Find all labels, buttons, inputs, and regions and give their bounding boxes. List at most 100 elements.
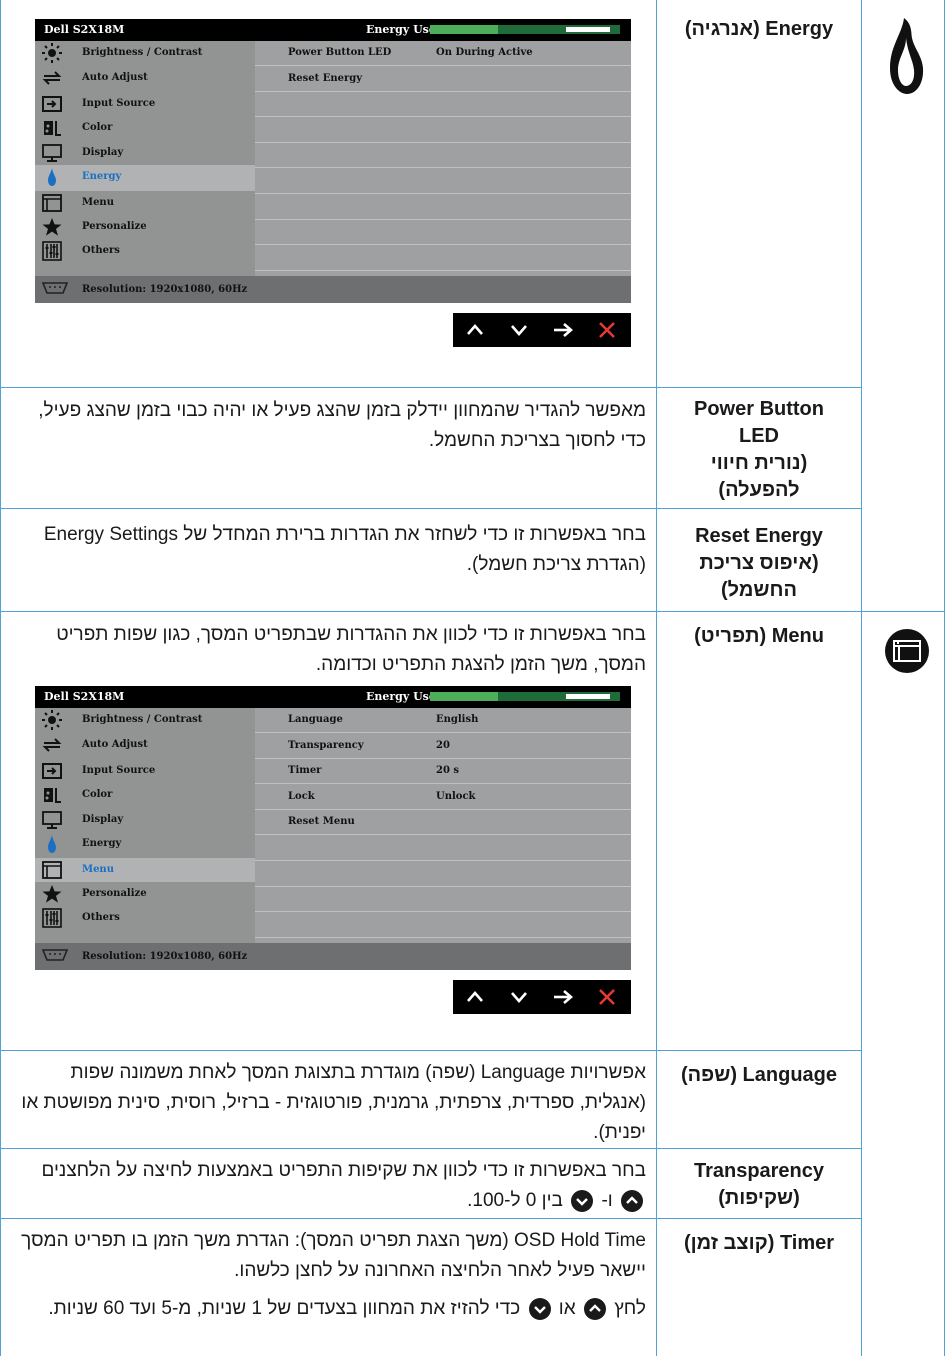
osd-setting-row[interactable]: Lock Unlock [255,785,631,810]
row-divider [0,1050,862,1051]
osd-menu-label: Display [82,814,124,825]
osd-menu-label: Others [82,245,120,256]
vga-connector-icon [41,948,69,965]
osd-menu-item[interactable]: Brightness / Contrast [35,41,255,66]
osd-menu-label: Personalize [82,888,147,899]
osd-menu-label: Color [82,122,113,133]
osd-menu-item[interactable]: Energy [35,165,255,191]
osd-menu-label: Auto Adjust [82,739,148,750]
menu-title: Menu (תפריט) [694,625,824,647]
osd-setting-row[interactable]: Reset Energy [255,67,631,92]
osd-menu-label: Energy [82,838,122,849]
osd-menu-item[interactable]: Brightness / Contrast [35,708,255,733]
osd-setting-row[interactable]: Timer 20 s [255,759,631,785]
osd-menu-item[interactable]: Menu [35,858,255,882]
osd-setting-label: Timer [288,765,322,777]
reset-energy-desc: בחר באפשרות זו כדי לשחזר את הגדרות ברירת… [43,524,646,575]
language-desc: אפשרויות Language (שפה) מוגדרת בתצוגת המ… [21,1062,646,1143]
right-arrow-icon[interactable] [543,980,583,1014]
energy-use-label: Energy Use [366,690,436,703]
osd-menu-item[interactable]: Display [35,808,255,832]
osd-menu-label: Menu [82,864,114,875]
row-divider [0,1218,862,1219]
osd-setting-row [255,913,631,938]
osd-menu-item[interactable]: Others [35,906,255,943]
color-icon [41,118,63,138]
osd-menu-energy: Dell S2X18M Energy Use Brightness / Cont… [35,19,631,303]
osd-setting-row[interactable]: Transparency 20 [255,734,631,759]
close-icon[interactable] [587,313,627,347]
others-icon [41,241,63,261]
osd-menu-item[interactable]: Menu [35,191,255,215]
osd-setting-label: Lock [288,790,315,802]
energy-use-bar [430,692,620,701]
table-border [0,0,1,1356]
up-button-icon [583,1297,606,1320]
brightness-icon [41,43,63,63]
osd-menu-label: Auto Adjust [82,72,148,83]
osd-menu-item[interactable]: Color [35,783,255,808]
others-icon [41,908,63,928]
osd-setting-label: Language [288,714,343,725]
reset-energy-name: Reset Energy (איפוס צריכת החשמל) [695,525,823,601]
osd-setting-row [255,220,631,246]
energy-use-bar [430,25,620,34]
osd-setting-row[interactable]: Reset Menu [255,810,631,836]
osd-menu-label: Input Source [82,98,156,109]
osd-menu-item[interactable]: Others [35,239,255,276]
osd-setting-row[interactable]: Power Button LED On During Active [255,41,631,66]
power-led-name: Power Button LED (נורית חיווי להפעלה) [694,398,824,501]
osd-menu-label: Input Source [82,765,156,776]
osd-menu-label: Display [82,147,124,158]
energy-title: Energy (אנרגיה) [684,18,834,40]
osd-menu-list: Brightness / Contrast Auto Adjust Input So… [35,41,255,276]
language-name: Language (שפה) [681,1064,837,1086]
osd-setting-row[interactable]: Language English [255,708,631,733]
personalize-star-icon [41,217,63,237]
menu-icon [41,860,63,880]
osd-setting-row [255,195,631,220]
osd-menu-item[interactable]: Color [35,116,255,141]
display-icon [41,810,63,830]
osd-menu-label: Menu [82,197,114,208]
down-button-icon [528,1297,551,1320]
osd-menu-label: Personalize [82,221,147,232]
osd-menu-item[interactable]: Personalize [35,882,255,906]
personalize-star-icon [41,884,63,904]
osd-menu-item[interactable]: Energy [35,832,255,858]
osd-menu-item[interactable]: Auto Adjust [35,66,255,92]
timer-name: Timer (קוצב זמן) [683,1232,835,1254]
osd-setting-value: 20 [436,739,450,751]
osd-menu-label: Brightness / Contrast [82,714,203,725]
up-arrow-icon[interactable] [455,980,495,1014]
up-arrow-icon[interactable] [455,313,495,347]
row-divider [0,387,862,388]
osd-setting-value: 20 s [436,765,460,777]
osd-menu-label: Energy [82,171,122,182]
right-arrow-icon[interactable] [543,313,583,347]
osd-setting-row [255,169,631,194]
row-divider [0,508,862,509]
osd-menu-item[interactable]: Display [35,141,255,165]
transparency-name: Transparency (שקיפות) [693,1160,825,1209]
osd-model: Dell S2X18M [44,690,125,703]
energy-use-label: Energy Use [366,23,436,36]
down-arrow-icon[interactable] [499,313,539,347]
auto-adjust-icon [41,68,63,88]
menu-icon [41,193,63,213]
osd-setting-label: Transparency [288,739,364,751]
osd-status-bar: Resolution: 1920x1080, 60Hz [35,943,631,970]
osd-setting-row [255,92,631,118]
osd-menu-item[interactable]: Auto Adjust [35,733,255,759]
resolution-text: Resolution: 1920x1080, 60Hz [82,284,248,295]
osd-submenu: Language English Transparency 20 Timer 20 s Lo… [255,708,631,943]
power-led-desc: מאפשר להגדיר שהמחוון יידלק בזמן שהצג פעי… [38,400,646,451]
down-arrow-icon[interactable] [499,980,539,1014]
menu-desc: בחר באפשרות זו כדי לכוון את ההגדרות שבתפ… [56,624,646,675]
osd-menu-list: Brightness / Contrast Auto Adjust Input So… [35,708,255,943]
down-button-icon [571,1189,594,1212]
osd-menu-item[interactable]: Input Source [35,92,255,116]
osd-menu-item[interactable]: Personalize [35,215,255,239]
osd-menu-item[interactable]: Input Source [35,759,255,783]
close-icon[interactable] [587,980,627,1014]
